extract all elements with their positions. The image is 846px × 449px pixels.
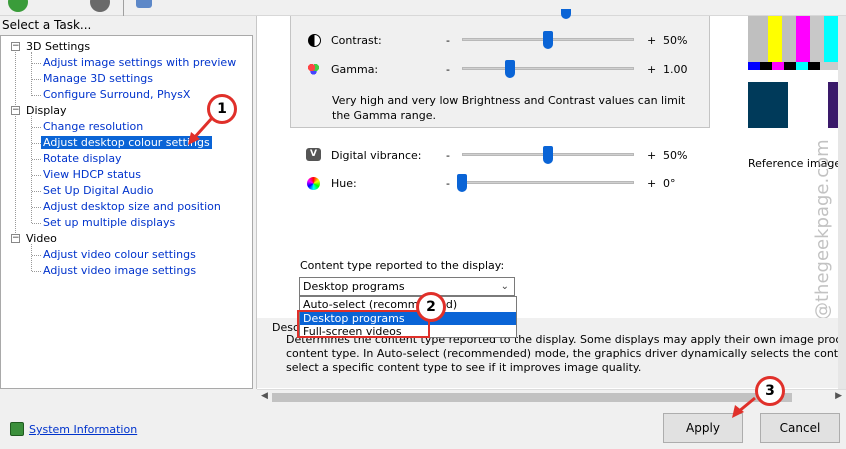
contrast-value: 50% <box>663 34 688 47</box>
apply-button[interactable]: Apply <box>663 413 743 443</box>
digital-vibrance-minus: - <box>446 149 450 162</box>
annotation-badge-2: 2 <box>416 292 446 322</box>
collapse-icon[interactable]: − <box>11 234 20 243</box>
tree-item-set-up-digital-audio[interactable]: Set Up Digital Audio <box>43 184 154 197</box>
task-tree[interactable]: − 3D Settings Adjust image settings with… <box>0 35 253 389</box>
tree-item-set-up-multiple-displays[interactable]: Set up multiple displays <box>43 216 175 229</box>
digital-vibrance-plus: + <box>647 149 657 162</box>
contrast-minus: - <box>446 34 450 47</box>
digital-vibrance-icon: V <box>306 148 321 161</box>
back-icon[interactable] <box>8 0 28 12</box>
annotation-badge-3: 3 <box>755 376 785 406</box>
hue-minus: - <box>446 177 450 190</box>
system-information-icon[interactable] <box>10 422 24 436</box>
description-text: Determines the content type reported to … <box>286 333 838 381</box>
horizontal-scroll-thumb[interactable] <box>272 393 792 402</box>
hue-icon <box>307 177 320 190</box>
tree-item-adjust-image-settings[interactable]: Adjust image settings with preview <box>43 56 236 69</box>
hue-slider[interactable] <box>462 181 634 184</box>
tree-line <box>32 63 41 64</box>
tree-line <box>32 143 41 144</box>
tree-item-adjust-desktop-colour[interactable]: Adjust desktop colour settings <box>41 136 212 149</box>
digital-vibrance-label: Digital vibrance: <box>331 149 422 162</box>
tree-item-view-hdcp-status[interactable]: View HDCP status <box>43 168 141 181</box>
forward-icon[interactable] <box>90 0 110 12</box>
tree-line <box>32 79 41 80</box>
gamma-slider[interactable] <box>462 67 634 70</box>
system-information-link[interactable]: System Information <box>29 423 137 436</box>
gamma-icon <box>307 63 320 76</box>
content-type-label: Content type reported to the display: <box>300 259 505 272</box>
toolbar-separator <box>123 0 124 16</box>
scroll-left-icon[interactable]: ◀ <box>261 391 268 401</box>
cancel-button[interactable]: Cancel <box>760 413 840 443</box>
gamma-minus: - <box>446 63 450 76</box>
home-icon[interactable] <box>136 0 152 8</box>
tree-line <box>15 46 16 241</box>
tree-category-3d-settings[interactable]: 3D Settings <box>26 40 90 53</box>
watermark-text: @thegeekpage.com <box>812 139 833 320</box>
gamma-slider-thumb[interactable] <box>505 60 516 78</box>
tree-line <box>31 244 32 271</box>
tree-item-configure-surround[interactable]: Configure Surround, PhysX <box>43 88 190 101</box>
hue-plus: + <box>647 177 657 190</box>
tree-item-manage-3d-settings[interactable]: Manage 3D settings <box>43 72 153 85</box>
tree-item-adjust-video-colour[interactable]: Adjust video colour settings <box>43 248 196 261</box>
tree-category-video[interactable]: Video <box>26 232 57 245</box>
tree-category-display[interactable]: Display <box>26 104 67 117</box>
annotation-highlight-box <box>297 310 430 338</box>
gamma-range-note: Very high and very low Brightness and Co… <box>332 94 686 122</box>
annotation-badge-1: 1 <box>207 94 237 124</box>
tree-line <box>32 207 41 208</box>
contrast-label: Contrast: <box>331 34 382 47</box>
gamma-plus: + <box>647 63 657 76</box>
content-type-selected-value: Desktop programs <box>303 280 405 293</box>
gamma-value: 1.00 <box>663 63 688 76</box>
scroll-right-icon[interactable]: ▶ <box>835 391 842 401</box>
hue-label: Hue: <box>331 177 357 190</box>
tree-line <box>31 52 32 96</box>
task-pane-header: Select a Task... <box>2 18 92 32</box>
collapse-icon[interactable]: − <box>11 106 20 115</box>
tree-line <box>32 159 41 160</box>
contrast-plus: + <box>647 34 657 47</box>
description-line: content type. In Auto-select (recommende… <box>286 347 838 360</box>
content-type-select[interactable]: Desktop programs ⌄ <box>299 277 515 296</box>
gamma-label: Gamma: <box>331 63 379 76</box>
hue-value: 0° <box>663 177 676 190</box>
digital-vibrance-value: 50% <box>663 149 688 162</box>
toolbar <box>0 0 846 16</box>
hue-slider-thumb[interactable] <box>457 174 467 192</box>
tree-item-adjust-desktop-size[interactable]: Adjust desktop size and position <box>43 200 221 213</box>
brightness-slider-thumb[interactable] <box>561 9 571 19</box>
tree-line <box>32 95 41 96</box>
watermark: @thegeekpage.com <box>812 139 833 320</box>
tree-line <box>32 191 41 192</box>
tree-line <box>32 127 41 128</box>
contrast-slider-thumb[interactable] <box>543 31 553 49</box>
description-line: select a specific content type to see if… <box>286 361 642 374</box>
chevron-down-icon: ⌄ <box>500 281 509 292</box>
tree-item-change-resolution[interactable]: Change resolution <box>43 120 143 133</box>
tree-line <box>32 271 41 272</box>
tree-line <box>32 175 41 176</box>
tree-line <box>32 223 41 224</box>
digital-vibrance-slider-thumb[interactable] <box>543 146 553 164</box>
tree-item-adjust-video-image[interactable]: Adjust video image settings <box>43 264 196 277</box>
tree-line <box>32 255 41 256</box>
collapse-icon[interactable]: − <box>11 42 20 51</box>
contrast-icon <box>308 34 321 47</box>
tree-item-rotate-display[interactable]: Rotate display <box>43 152 122 165</box>
